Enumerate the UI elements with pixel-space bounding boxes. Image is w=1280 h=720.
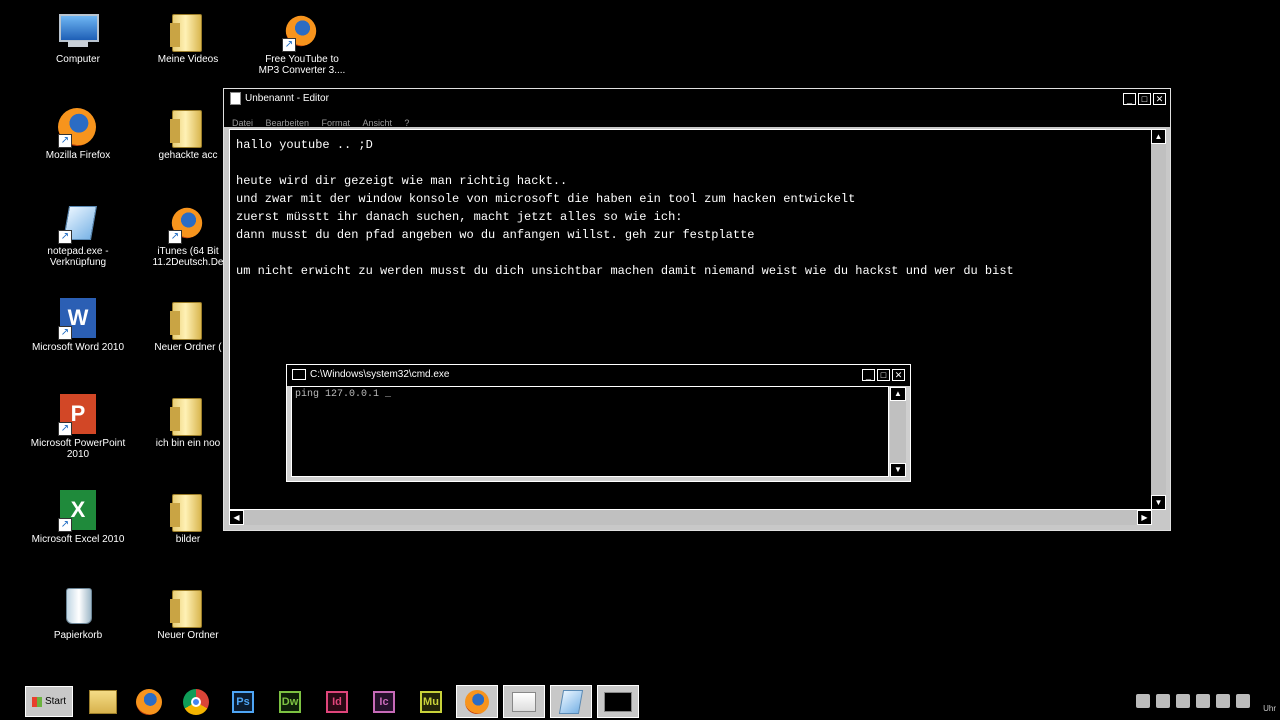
- desktop-icon-itunes[interactable]: ↗ iTunes (64 Bit 11.2Deutsch.De: [140, 200, 236, 268]
- firefox-doc-icon: ↗: [280, 8, 324, 52]
- indesign-icon: Id: [326, 690, 348, 713]
- recycle-bin-icon: [56, 584, 100, 628]
- menu-datei[interactable]: Datei: [232, 118, 253, 128]
- menu-bearbeiten[interactable]: Bearbeiten: [265, 118, 309, 128]
- firefox-icon: [465, 689, 489, 714]
- folder-icon: [166, 104, 210, 148]
- scroll-up-icon[interactable]: ▲: [890, 387, 906, 401]
- cmd-icon: [604, 691, 632, 712]
- folder-icon: [89, 689, 117, 714]
- firefox-icon: [136, 688, 162, 715]
- desktop-icon-neuer-ordner[interactable]: Neuer Ordner: [140, 584, 236, 641]
- scroll-right-icon[interactable]: ▶: [1137, 510, 1152, 525]
- taskbar-cmd-window[interactable]: [597, 685, 639, 718]
- notepad-title: Unbenannt - Editor: [230, 92, 329, 105]
- menu-ansicht[interactable]: Ansicht: [362, 118, 392, 128]
- taskbar-notepad-window[interactable]: [550, 685, 592, 718]
- desktop-icon-word[interactable]: W ↗ Microsoft Word 2010: [30, 296, 126, 353]
- computer-icon: [56, 8, 100, 52]
- notepad-horizontal-scrollbar[interactable]: ◀ ▶: [229, 510, 1152, 525]
- folder-icon: [166, 392, 210, 436]
- powerpoint-icon: P ↗: [56, 392, 100, 436]
- tray-bluetooth-icon[interactable]: [1176, 694, 1190, 708]
- firefox-icon: ↗: [56, 104, 100, 148]
- cmd-window-controls: _ □ ✕: [862, 369, 905, 381]
- desktop-icon-computer[interactable]: Computer: [30, 8, 126, 65]
- maximize-icon[interactable]: □: [1138, 93, 1151, 105]
- windows-logo-icon: [31, 696, 42, 707]
- scroll-left-icon[interactable]: ◀: [229, 510, 244, 525]
- scroll-up-icon[interactable]: ▲: [1151, 129, 1166, 144]
- scroll-down-icon[interactable]: ▼: [1151, 495, 1166, 510]
- excel-icon: X ↗: [56, 488, 100, 532]
- maximize-icon[interactable]: □: [877, 369, 890, 381]
- taskbar-explorer[interactable]: [82, 685, 124, 718]
- close-icon[interactable]: ✕: [1153, 93, 1166, 105]
- tray-app-icon[interactable]: [1156, 694, 1170, 708]
- taskbar-dreamweaver[interactable]: Dw: [269, 685, 311, 718]
- folder-icon: [166, 8, 210, 52]
- notepad-small-icon: [230, 92, 241, 105]
- desktop-icon-meine-videos[interactable]: Meine Videos: [140, 8, 236, 65]
- taskbar-incopy[interactable]: Ic: [363, 685, 405, 718]
- taskbar-firefox[interactable]: [128, 685, 170, 718]
- incopy-icon: Ic: [373, 690, 395, 713]
- firefox-doc-icon: ↗: [166, 200, 210, 244]
- desktop-icon-powerpoint[interactable]: P ↗ Microsoft PowerPoint 2010: [30, 392, 126, 460]
- notepad-menubar: Datei Bearbeiten Format Ansicht ?: [224, 113, 1170, 128]
- tray-volume-icon[interactable]: [1236, 694, 1250, 708]
- cmd-title: C:\Windows\system32\cmd.exe: [292, 369, 450, 380]
- desktop-icon-ich-bin-ein-noob[interactable]: ich bin ein noo: [140, 392, 236, 449]
- notepad-window-controls: _ □ ✕: [1123, 93, 1166, 105]
- taskbar: Start Ps Dw Id Ic Mu Uhr: [0, 682, 1280, 720]
- desktop-icon-recycle-bin[interactable]: Papierkorb: [30, 584, 126, 641]
- taskbar-clock[interactable]: Uhr: [1263, 704, 1276, 713]
- desktop-icon-gehackte-acc[interactable]: gehackte acc: [140, 104, 236, 161]
- cmd-small-icon: [292, 369, 306, 380]
- photoshop-icon: Ps: [232, 690, 254, 713]
- start-label: Start: [44, 696, 67, 707]
- menu-help[interactable]: ?: [404, 118, 409, 128]
- tray-action-center-icon[interactable]: [1136, 694, 1150, 708]
- minimize-icon[interactable]: _: [862, 369, 875, 381]
- notepad-icon: ↗: [56, 200, 100, 244]
- folder-icon: [166, 488, 210, 532]
- desktop-icon-firefox[interactable]: ↗ Mozilla Firefox: [30, 104, 126, 161]
- cmd-window[interactable]: C:\Windows\system32\cmd.exe _ □ ✕ ping 1…: [286, 364, 911, 482]
- taskbar-explorer-window[interactable]: [503, 685, 545, 718]
- tray-network-icon[interactable]: [1216, 694, 1230, 708]
- desktop-icon-excel[interactable]: X ↗ Microsoft Excel 2010: [30, 488, 126, 545]
- folder-icon: [166, 584, 210, 628]
- folder-icon: [166, 296, 210, 340]
- menu-format[interactable]: Format: [321, 118, 350, 128]
- notepad-title-text: Unbenannt - Editor: [245, 93, 329, 104]
- taskbar-firefox-window[interactable]: [456, 685, 498, 718]
- desktop-icon-youtube-mp3[interactable]: ↗ Free YouTube to MP3 Converter 3....: [254, 8, 350, 76]
- desktop-icon-bilder[interactable]: bilder: [140, 488, 236, 545]
- folder-icon: [512, 691, 536, 712]
- taskbar-photoshop[interactable]: Ps: [222, 685, 264, 718]
- notepad-icon: [558, 689, 584, 714]
- taskbar-muse[interactable]: Mu: [410, 685, 452, 718]
- desktop-icon-neuer-ordner-2[interactable]: Neuer Ordner (: [140, 296, 236, 353]
- dreamweaver-icon: Dw: [279, 690, 301, 713]
- desktop-icon-notepad[interactable]: ↗ notepad.exe - Verknüpfung: [30, 200, 126, 268]
- word-icon: W ↗: [56, 296, 100, 340]
- cmd-vertical-scrollbar[interactable]: ▲ ▼: [890, 387, 906, 477]
- minimize-icon[interactable]: _: [1123, 93, 1136, 105]
- chrome-icon: [183, 688, 209, 715]
- muse-icon: Mu: [420, 690, 442, 713]
- notepad-vertical-scrollbar[interactable]: ▲ ▼: [1151, 129, 1166, 510]
- close-icon[interactable]: ✕: [892, 369, 905, 381]
- tray-usb-icon[interactable]: [1196, 694, 1210, 708]
- cmd-console-output[interactable]: ping 127.0.0.1 _: [291, 386, 889, 477]
- taskbar-chrome[interactable]: [175, 685, 217, 718]
- scroll-down-icon[interactable]: ▼: [890, 463, 906, 477]
- notepad-titlebar[interactable]: [224, 89, 1170, 113]
- system-tray: [1136, 694, 1250, 708]
- taskbar-indesign[interactable]: Id: [316, 685, 358, 718]
- cmd-title-text: C:\Windows\system32\cmd.exe: [310, 369, 450, 380]
- start-button[interactable]: Start: [25, 686, 73, 717]
